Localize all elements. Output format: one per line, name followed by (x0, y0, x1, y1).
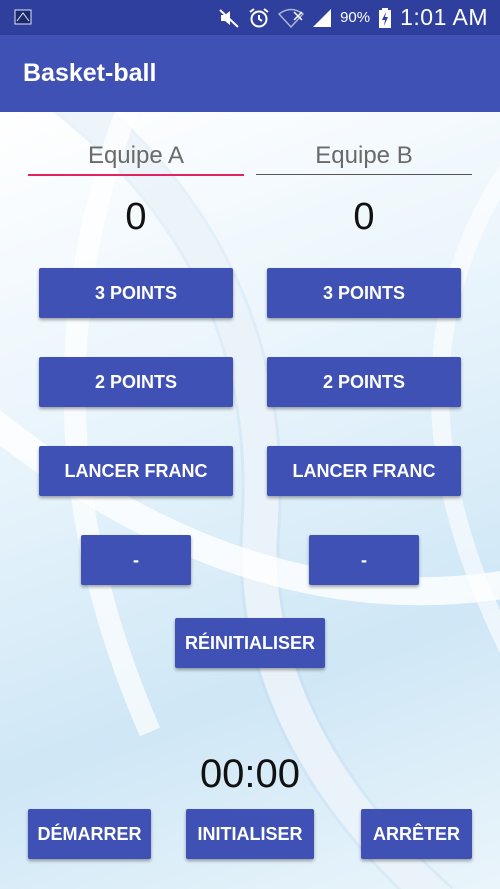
battery-percent: 90% (340, 9, 371, 26)
main-content: Equipe A 0 3 POINTS 2 POINTS LANCER FRAN… (0, 112, 500, 889)
status-bar: 90% 1:01 AM (0, 0, 500, 35)
mute-icon (219, 8, 239, 28)
team-a-name-field[interactable]: Equipe A (28, 142, 244, 176)
team-b-free-throw-button[interactable]: LANCER FRANC (267, 446, 461, 496)
alarm-icon (249, 7, 269, 27)
app-icon (14, 9, 32, 25)
team-b-2-points-button[interactable]: 2 POINTS (267, 357, 461, 407)
team-b-name-field[interactable]: Equipe B (256, 142, 472, 175)
team-a-score: 0 (125, 196, 147, 238)
reset-button[interactable]: RÉINITIALISER (175, 618, 325, 668)
team-b-minus-button[interactable]: - (309, 535, 419, 585)
app-bar: Basket-ball (0, 35, 500, 112)
battery-charging-icon (379, 7, 392, 28)
team-b-3-points-button[interactable]: 3 POINTS (267, 268, 461, 318)
team-a-3-points-button[interactable]: 3 POINTS (39, 268, 233, 318)
team-a-free-throw-button[interactable]: LANCER FRANC (39, 446, 233, 496)
team-a-minus-button[interactable]: - (81, 535, 191, 585)
signal-icon (313, 8, 332, 27)
clock-time: 1:01 AM (400, 4, 488, 30)
team-a-2-points-button[interactable]: 2 POINTS (39, 357, 233, 407)
initialize-button[interactable]: INITIALISER (186, 809, 314, 859)
stop-button[interactable]: ARRÊTER (361, 809, 472, 859)
timer-display: 00:00 (199, 752, 301, 796)
wifi-icon (278, 8, 305, 28)
start-button[interactable]: DÉMARRER (28, 809, 151, 859)
team-b-score: 0 (353, 196, 375, 238)
app-title: Basket-ball (23, 59, 157, 87)
